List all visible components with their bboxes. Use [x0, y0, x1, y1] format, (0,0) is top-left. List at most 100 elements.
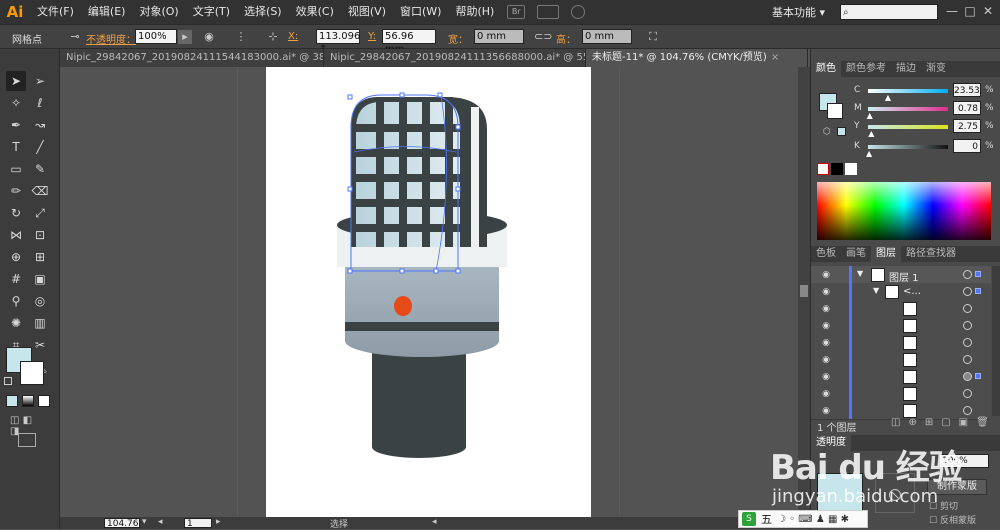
draw-mode-icon[interactable]: ◫ ◧ ◨ — [10, 415, 40, 437]
pen-tool-icon[interactable]: ✒ — [6, 115, 26, 135]
bridge-button[interactable]: Br — [507, 5, 526, 19]
help-search-input[interactable]: ⌕ — [840, 4, 938, 20]
selection-indicator[interactable] — [975, 271, 981, 277]
microphone-artwork[interactable] — [266, 67, 591, 517]
target-circle-icon[interactable] — [963, 304, 972, 313]
menu-item-effect[interactable]: 效果(C) — [289, 0, 341, 24]
menu-item-help[interactable]: 帮助(H) — [448, 0, 501, 24]
target-circle-icon[interactable] — [963, 372, 972, 381]
y-input[interactable]: 56.96 mm — [382, 29, 436, 55]
slider-track[interactable] — [868, 89, 948, 93]
link-icon[interactable]: ⊂⊃ — [534, 30, 552, 44]
visibility-eye-icon[interactable]: ◉ — [820, 286, 832, 298]
black-swatch[interactable] — [831, 163, 843, 175]
menu-item-select[interactable]: 选择(S) — [237, 0, 289, 24]
lasso-tool-icon[interactable]: ℓ — [30, 93, 50, 113]
canvas[interactable] — [60, 67, 798, 517]
tab-document-1[interactable]: Nipic_29842067_20190824111544183000.ai* … — [60, 49, 324, 67]
status-menu-icon[interactable]: ◂ — [432, 517, 437, 527]
target-circle-icon[interactable] — [963, 287, 972, 296]
mesh-tool-icon[interactable]: # — [6, 269, 26, 289]
tab-swatches[interactable]: 色板 — [811, 246, 841, 262]
expand-triangle-icon[interactable]: ▼ — [857, 269, 863, 278]
visibility-eye-icon[interactable]: ◉ — [820, 388, 832, 400]
yellow-value-input[interactable]: 2.75 — [953, 119, 981, 133]
opacity-dropdown-icon[interactable]: ▸ — [178, 30, 192, 44]
direct-selection-tool-icon[interactable]: ➢ — [30, 71, 50, 91]
visibility-eye-icon[interactable]: ◉ — [820, 371, 832, 383]
menu-item-type[interactable]: 文字(T) — [186, 0, 237, 24]
paintbrush-tool-icon[interactable]: ✎ — [30, 159, 50, 179]
magic-wand-tool-icon[interactable]: ✧ — [6, 93, 26, 113]
line-tool-icon[interactable]: ╱ — [30, 137, 50, 157]
blend-tool-icon[interactable]: ◎ — [30, 291, 50, 311]
maximize-button[interactable]: □ — [962, 3, 978, 19]
recolor-icon[interactable]: ◉ — [202, 30, 216, 44]
opacity-label[interactable]: 不透明度： — [86, 31, 136, 46]
yellow-slider[interactable]: Y ▲ 2.75 % — [811, 119, 1000, 138]
cyan-value-input[interactable]: 23.53 — [953, 83, 981, 97]
visibility-eye-icon[interactable]: ◉ — [820, 320, 832, 332]
type-tool-icon[interactable]: T — [6, 137, 26, 157]
transform-icon[interactable]: ⛶ — [646, 30, 660, 44]
next-artboard-icon[interactable]: ▸ — [216, 517, 221, 527]
target-circle-icon[interactable] — [963, 355, 972, 364]
free-transform-tool-icon[interactable]: ⊡ — [30, 225, 50, 245]
target-circle-icon[interactable] — [963, 338, 972, 347]
color-spectrum[interactable] — [817, 182, 991, 240]
gpu-icon[interactable] — [571, 5, 586, 19]
arrange-documents-icon[interactable] — [537, 5, 560, 19]
path-row[interactable]: ◉ — [811, 385, 991, 403]
slider-thumb[interactable]: ▲ — [868, 129, 874, 138]
target-circle-icon[interactable] — [963, 321, 972, 330]
tab-gradient[interactable]: 渐变 — [921, 61, 951, 77]
tab-brushes[interactable]: 画笔 — [841, 246, 871, 262]
artboard[interactable] — [266, 67, 591, 517]
eraser-tool-icon[interactable]: ⌫ — [30, 181, 50, 201]
tab-color[interactable]: 颜色 — [811, 61, 841, 77]
slider-track[interactable] — [868, 107, 948, 111]
pencil-tool-icon[interactable]: ✏ — [6, 181, 26, 201]
tab-stroke[interactable]: 描边 — [891, 61, 921, 77]
artboard-number-input[interactable]: 1 — [184, 518, 212, 529]
slider-track[interactable] — [868, 145, 948, 149]
layers-scrollbar[interactable] — [992, 266, 1000, 416]
slider-track[interactable] — [868, 125, 948, 129]
screen-mode-icon[interactable] — [18, 433, 36, 447]
perspective-grid-tool-icon[interactable]: ⊞ — [30, 247, 50, 267]
shape-builder-tool-icon[interactable]: ⊕ — [6, 247, 26, 267]
target-circle-icon[interactable] — [963, 389, 972, 398]
prev-artboard-icon[interactable]: ◂ — [158, 517, 163, 527]
height-input[interactable]: 0 mm — [582, 29, 632, 44]
expand-triangle-icon[interactable]: ▼ — [873, 286, 879, 295]
width-tool-icon[interactable]: ⋈ — [6, 225, 26, 245]
menu-item-object[interactable]: 对象(O) — [132, 0, 185, 24]
chevron-down-icon[interactable]: ▾ — [142, 517, 147, 527]
tab-color-guide[interactable]: 颜色参考 — [841, 61, 891, 77]
black-value-input[interactable]: 0 — [953, 139, 981, 153]
align-icon[interactable]: ⋮ — [234, 30, 248, 44]
stroke-icon[interactable]: ⊸ — [68, 30, 82, 44]
selection-indicator[interactable] — [975, 373, 981, 379]
scale-tool-icon[interactable]: ⤢ — [30, 203, 50, 223]
group-row[interactable]: ◉ ▼ <... — [811, 283, 991, 301]
tab-pathfinder[interactable]: 路径查找器 — [901, 246, 961, 262]
path-row[interactable]: ◉ — [811, 351, 991, 369]
close-icon[interactable]: × — [771, 52, 779, 63]
workspace-switcher[interactable]: 基本功能 ▾ — [772, 4, 825, 20]
path-row[interactable]: ◉ — [811, 334, 991, 352]
magenta-value-input[interactable]: 0.78 — [953, 101, 981, 115]
slice-tool-icon[interactable]: ✂ — [30, 335, 50, 355]
color-mode-icon[interactable] — [6, 395, 18, 407]
visibility-eye-icon[interactable]: ◉ — [820, 405, 832, 417]
none-swatch[interactable] — [817, 163, 829, 175]
selection-indicator[interactable] — [975, 288, 981, 294]
stroke-swatch[interactable] — [20, 361, 44, 385]
rectangle-tool-icon[interactable]: ▭ — [6, 159, 26, 179]
slider-thumb[interactable]: ▲ — [866, 149, 872, 158]
x-input[interactable]: 113.096 ↕ — [316, 29, 360, 55]
layers-footer-icons[interactable]: ◫⊕⊞▢▣🗑︎ — [891, 417, 997, 428]
minimize-button[interactable]: — — [944, 3, 960, 19]
tab-document-2[interactable]: Nipic_29842067_20190824111356688000.ai* … — [324, 49, 586, 67]
curvature-tool-icon[interactable]: ↝ — [30, 115, 50, 135]
